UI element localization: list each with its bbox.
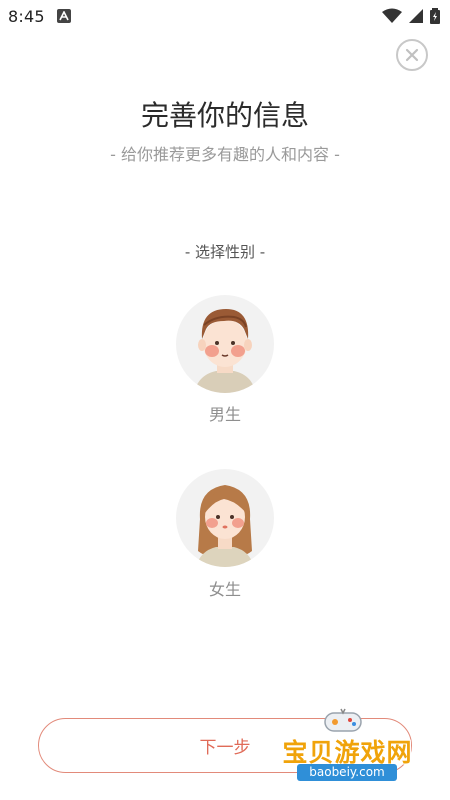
female-option-button[interactable] [176, 469, 274, 567]
watermark-url: baobeiy.com [297, 764, 397, 781]
male-avatar-icon [194, 309, 256, 393]
status-bar: 8:45 [0, 0, 450, 32]
status-right [382, 8, 440, 24]
close-icon [405, 48, 419, 62]
close-button[interactable] [396, 39, 428, 71]
female-option-label[interactable]: 女生 [0, 576, 450, 600]
signal-icon [409, 9, 423, 23]
status-left: 8:45 [8, 7, 71, 26]
watermark: 宝贝游戏网 baobeiy.com [275, 705, 425, 785]
status-time: 8:45 [8, 6, 45, 26]
male-option-label[interactable]: 男生 [0, 401, 450, 425]
next-button-label: 下一步 [199, 738, 251, 758]
wifi-icon [382, 8, 402, 23]
male-option-button[interactable] [176, 295, 274, 393]
female-avatar-icon [196, 485, 254, 567]
gamepad-icon [324, 708, 362, 732]
battery-icon [430, 8, 440, 24]
a-icon [56, 9, 71, 23]
page-subtitle: - 给你推荐更多有趣的人和内容 - [110, 145, 340, 164]
gender-section-label: - 选择性别 - [184, 243, 266, 261]
page-title: 完善你的信息 [140, 99, 309, 132]
